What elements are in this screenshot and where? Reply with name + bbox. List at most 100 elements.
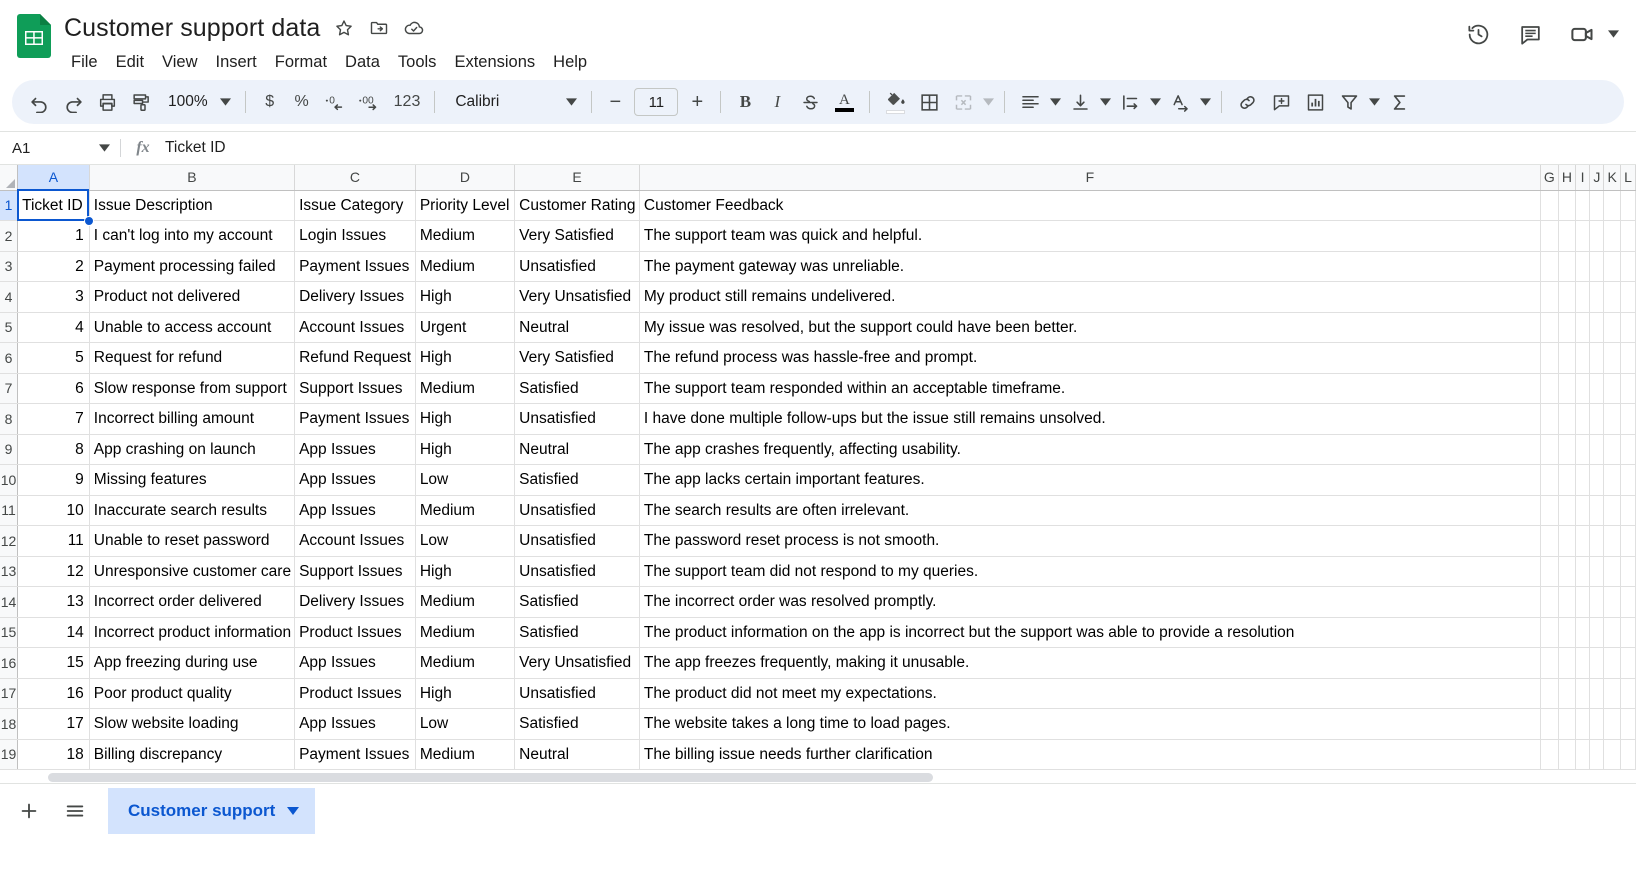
row-header-3[interactable]: 3 bbox=[0, 251, 18, 282]
cell-F11[interactable]: The search results are often irrelevant. bbox=[639, 495, 1540, 526]
column-header-e[interactable]: E bbox=[515, 165, 640, 190]
borders-icon[interactable] bbox=[912, 85, 946, 119]
cell-H14[interactable] bbox=[1558, 587, 1575, 618]
vertical-align-icon[interactable] bbox=[1063, 85, 1097, 119]
cell-G10[interactable] bbox=[1540, 465, 1558, 496]
cell-F3[interactable]: The payment gateway was unreliable. bbox=[639, 251, 1540, 282]
cell-G11[interactable] bbox=[1540, 495, 1558, 526]
create-filter-caret-icon[interactable] bbox=[1366, 85, 1382, 119]
cell-L3[interactable] bbox=[1620, 251, 1635, 282]
cell-L5[interactable] bbox=[1620, 312, 1635, 343]
meet-caret-icon[interactable] bbox=[1604, 14, 1622, 54]
cell-J5[interactable] bbox=[1590, 312, 1604, 343]
cell-D2[interactable]: Medium bbox=[415, 221, 514, 252]
cell-B11[interactable]: Inaccurate search results bbox=[89, 495, 294, 526]
cell-H7[interactable] bbox=[1558, 373, 1575, 404]
horizontal-scrollbar-thumb[interactable] bbox=[48, 773, 933, 782]
horizontal-scrollbar-track[interactable] bbox=[46, 771, 1636, 783]
cell-K19[interactable] bbox=[1604, 739, 1620, 770]
menu-insert[interactable]: Insert bbox=[207, 50, 266, 75]
cell-B4[interactable]: Product not delivered bbox=[89, 282, 294, 313]
cell-B12[interactable]: Unable to reset password bbox=[89, 526, 294, 557]
cell-B9[interactable]: App crashing on launch bbox=[89, 434, 294, 465]
cell-G15[interactable] bbox=[1540, 617, 1558, 648]
cell-I16[interactable] bbox=[1575, 648, 1589, 679]
cell-D5[interactable]: Urgent bbox=[415, 312, 514, 343]
row-header-14[interactable]: 14 bbox=[0, 587, 18, 618]
cell-L9[interactable] bbox=[1620, 434, 1635, 465]
cell-G4[interactable] bbox=[1540, 282, 1558, 313]
undo-icon[interactable] bbox=[22, 85, 56, 119]
cell-B15[interactable]: Incorrect product information bbox=[89, 617, 294, 648]
cell-L10[interactable] bbox=[1620, 465, 1635, 496]
cell-K7[interactable] bbox=[1604, 373, 1620, 404]
cell-L19[interactable] bbox=[1620, 739, 1635, 770]
insert-comment-icon[interactable] bbox=[1264, 85, 1298, 119]
cell-A12[interactable]: 11 bbox=[18, 526, 90, 557]
cell-A8[interactable]: 7 bbox=[18, 404, 90, 435]
cell-H2[interactable] bbox=[1558, 221, 1575, 252]
cell-K8[interactable] bbox=[1604, 404, 1620, 435]
cell-I13[interactable] bbox=[1575, 556, 1589, 587]
cell-I4[interactable] bbox=[1575, 282, 1589, 313]
cell-D16[interactable]: Medium bbox=[415, 648, 514, 679]
cell-A16[interactable]: 15 bbox=[18, 648, 90, 679]
decrease-decimal-button[interactable]: 0 bbox=[318, 85, 352, 119]
cell-J15[interactable] bbox=[1590, 617, 1604, 648]
cell-K6[interactable] bbox=[1604, 343, 1620, 374]
cell-C8[interactable]: Payment Issues bbox=[295, 404, 416, 435]
cell-L2[interactable] bbox=[1620, 221, 1635, 252]
print-icon[interactable] bbox=[90, 85, 124, 119]
cell-J2[interactable] bbox=[1590, 221, 1604, 252]
row-header-10[interactable]: 10 bbox=[0, 465, 18, 496]
row-header-6[interactable]: 6 bbox=[0, 343, 18, 374]
cell-H11[interactable] bbox=[1558, 495, 1575, 526]
cell-H17[interactable] bbox=[1558, 678, 1575, 709]
cell-B13[interactable]: Unresponsive customer care bbox=[89, 556, 294, 587]
cell-L18[interactable] bbox=[1620, 709, 1635, 740]
cell-B16[interactable]: App freezing during use bbox=[89, 648, 294, 679]
cell-A4[interactable]: 3 bbox=[18, 282, 90, 313]
functions-sigma-icon[interactable] bbox=[1382, 85, 1416, 119]
cell-D8[interactable]: High bbox=[415, 404, 514, 435]
font-family-selector[interactable]: Calibri bbox=[443, 85, 583, 119]
row-header-11[interactable]: 11 bbox=[0, 495, 18, 526]
cell-L16[interactable] bbox=[1620, 648, 1635, 679]
text-rotation-caret-icon[interactable] bbox=[1197, 85, 1213, 119]
cell-J13[interactable] bbox=[1590, 556, 1604, 587]
bold-button[interactable]: B bbox=[729, 85, 761, 119]
cell-A10[interactable]: 9 bbox=[18, 465, 90, 496]
cell-L14[interactable] bbox=[1620, 587, 1635, 618]
cell-E4[interactable]: Very Unsatisfied bbox=[515, 282, 640, 313]
cell-G14[interactable] bbox=[1540, 587, 1558, 618]
cell-I1[interactable] bbox=[1575, 190, 1589, 221]
star-icon[interactable] bbox=[333, 17, 355, 39]
cell-F17[interactable]: The product did not meet my expectations… bbox=[639, 678, 1540, 709]
horizontal-align-caret-icon[interactable] bbox=[1047, 85, 1063, 119]
column-header-l[interactable]: L bbox=[1620, 165, 1635, 190]
cell-E9[interactable]: Neutral bbox=[515, 434, 640, 465]
text-wrapping-caret-icon[interactable] bbox=[1147, 85, 1163, 119]
cell-E2[interactable]: Very Satisfied bbox=[515, 221, 640, 252]
row-header-16[interactable]: 16 bbox=[0, 648, 18, 679]
row-header-19[interactable]: 19 bbox=[0, 739, 18, 770]
cell-K5[interactable] bbox=[1604, 312, 1620, 343]
row-header-17[interactable]: 17 bbox=[0, 678, 18, 709]
cell-C3[interactable]: Payment Issues bbox=[295, 251, 416, 282]
cell-A19[interactable]: 18 bbox=[18, 739, 90, 770]
chevron-down-icon[interactable] bbox=[287, 807, 299, 815]
cell-A5[interactable]: 4 bbox=[18, 312, 90, 343]
cell-J3[interactable] bbox=[1590, 251, 1604, 282]
cell-A17[interactable]: 16 bbox=[18, 678, 90, 709]
cell-J10[interactable] bbox=[1590, 465, 1604, 496]
cell-E7[interactable]: Satisfied bbox=[515, 373, 640, 404]
cell-E12[interactable]: Unsatisfied bbox=[515, 526, 640, 557]
add-sheet-plus-icon[interactable] bbox=[8, 790, 50, 832]
cell-K17[interactable] bbox=[1604, 678, 1620, 709]
cell-E11[interactable]: Unsatisfied bbox=[515, 495, 640, 526]
cell-C14[interactable]: Delivery Issues bbox=[295, 587, 416, 618]
cell-A13[interactable]: 12 bbox=[18, 556, 90, 587]
column-header-c[interactable]: C bbox=[295, 165, 416, 190]
sheet-tab-customer-support[interactable]: Customer support bbox=[108, 788, 315, 834]
cell-F9[interactable]: The app crashes frequently, affecting us… bbox=[639, 434, 1540, 465]
